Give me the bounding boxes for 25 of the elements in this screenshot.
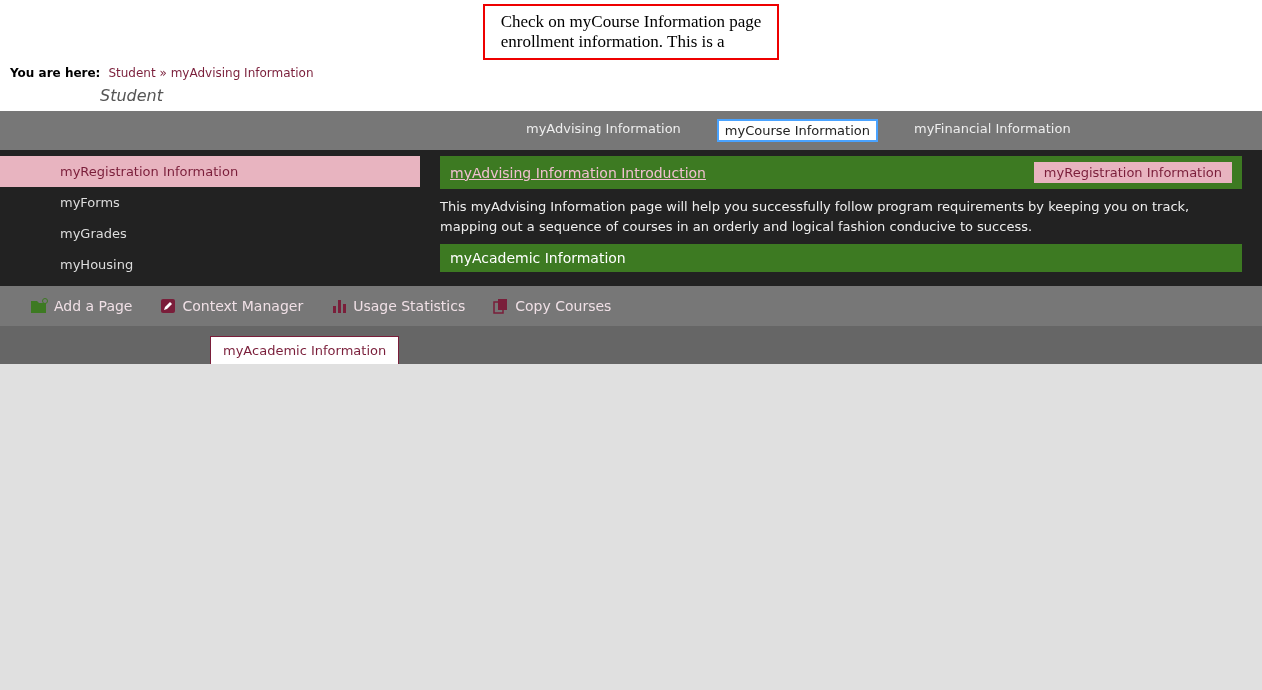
- intro-text: This myAdvising Information page will help you successfully follow program requirements by keeping you on track, mapping out a sequence of courses in an orderly and logical fashion conducive to success.: [440, 198, 1191, 236]
- nav-link[interactable]: myAdvising Information: [520, 119, 687, 142]
- nav-link[interactable]: myCourse Information: [716, 119, 878, 142]
- callout-text: Check on myCourse Information page: [500, 12, 762, 32]
- pencil-icon: [160, 298, 177, 314]
- page-title: Student: [100, 86, 165, 105]
- breadcrumb-label: You are here:: [10, 66, 101, 80]
- admin-link[interactable]: Context Manager: [160, 298, 304, 314]
- callout-text: enrollment information. This is a: [500, 32, 726, 52]
- admin-link[interactable]: Copy Courses: [493, 298, 612, 314]
- page-tag: myRegistration Information: [1033, 162, 1232, 183]
- sidebar-item[interactable]: myGrades: [0, 218, 420, 249]
- folder-add-icon: [30, 298, 48, 314]
- sidebar-item[interactable]: myHousing: [0, 249, 420, 280]
- intro-link[interactable]: myAdvising Information Introduction: [450, 164, 706, 181]
- nav-link[interactable]: myFinancial Information: [908, 119, 1077, 142]
- copy-icon: [493, 298, 510, 314]
- section-heading: myAcademic Information: [440, 244, 1242, 272]
- sidebar-item[interactable]: myRegistration Information: [0, 156, 420, 187]
- bar-chart-icon: [331, 298, 348, 314]
- breadcrumb-link[interactable]: Student » myAdvising Information: [108, 66, 314, 80]
- sidebar-item[interactable]: myForms: [0, 187, 420, 218]
- footer-tab[interactable]: myAcademic Information: [210, 336, 400, 364]
- admin-link[interactable]: Usage Statistics: [331, 298, 466, 314]
- admin-link[interactable]: Add a Page: [30, 298, 133, 314]
